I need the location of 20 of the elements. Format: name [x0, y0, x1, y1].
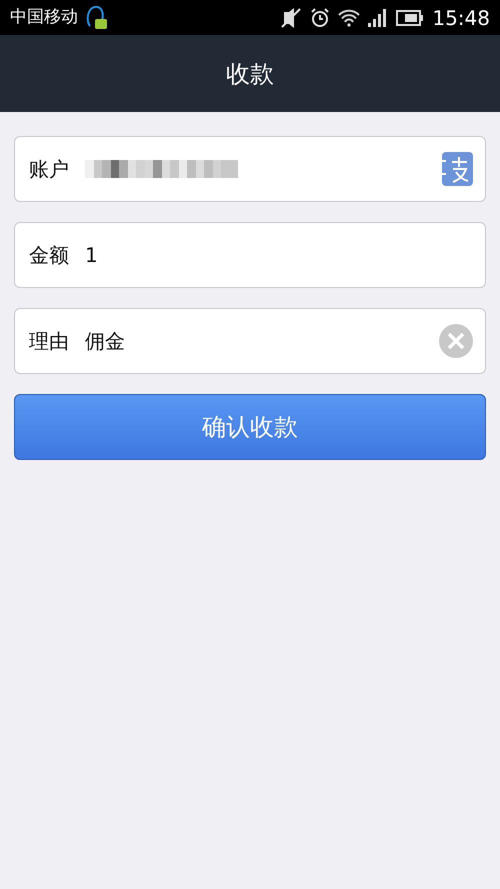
- field-label: 账户: [29, 156, 69, 183]
- form-field[interactable]: 金额 1: [14, 222, 486, 288]
- signal-icon: [368, 8, 388, 26]
- form-field[interactable]: 账户: [14, 136, 486, 202]
- page-title: 收款: [226, 58, 274, 90]
- field-value: 1: [85, 242, 98, 269]
- mute-icon: [280, 8, 302, 28]
- chat-bubble-icon: [86, 4, 108, 32]
- payment-logo-icon[interactable]: [441, 152, 473, 186]
- form-field[interactable]: 理由 佣金: [14, 308, 486, 374]
- field-label: 金额: [29, 242, 69, 269]
- carrier-name: 中国移动: [10, 6, 78, 29]
- alarm-icon: [310, 8, 330, 28]
- field-value: 佣金: [85, 328, 125, 355]
- clear-icon[interactable]: [439, 324, 473, 358]
- wifi-icon: [338, 8, 360, 26]
- confirm-button[interactable]: 确认收款: [14, 394, 486, 460]
- battery-icon: [396, 10, 424, 26]
- field-label: 理由: [29, 328, 69, 355]
- clock-time: 15:48: [432, 4, 490, 32]
